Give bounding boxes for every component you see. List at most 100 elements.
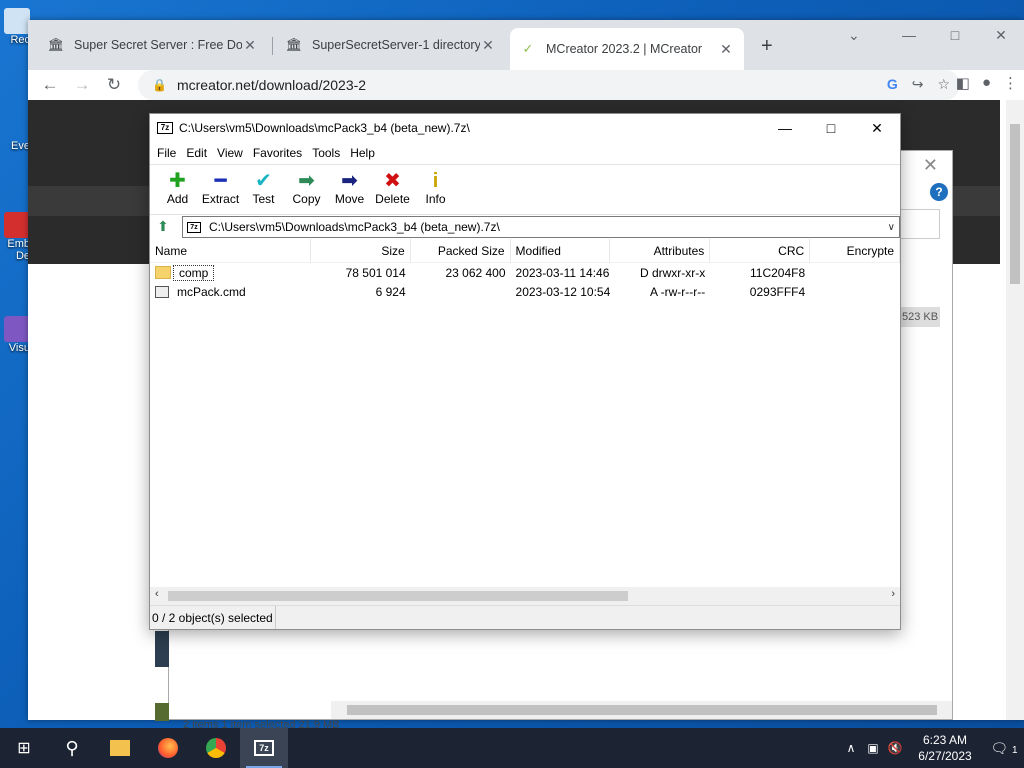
thumbnail-tile — [155, 631, 169, 667]
chevron-down-icon[interactable]: ∨ — [888, 222, 895, 233]
star-icon[interactable]: ☆ — [937, 76, 950, 93]
toolbar-label: Add — [166, 192, 189, 206]
close-icon[interactable]: ✕ — [242, 37, 258, 54]
maximize-icon[interactable]: □ — [808, 114, 854, 142]
table-row[interactable]: comp 78 501 014 23 062 400 2023-03-11 14… — [150, 263, 900, 282]
extract-button[interactable]: ━ Extract — [199, 165, 242, 206]
window-controls: — □ ✕ — [762, 114, 900, 142]
close-icon[interactable]: ✕ — [854, 114, 900, 142]
menu-view[interactable]: View — [212, 146, 248, 160]
info-button[interactable]: i Info — [414, 165, 457, 206]
taskbar-firefox[interactable] — [144, 728, 192, 768]
file-size: 6 924 — [375, 284, 406, 299]
column-size[interactable]: Size — [311, 238, 411, 263]
scrollbar-thumb[interactable] — [168, 591, 628, 601]
visual-studio-icon — [4, 316, 30, 342]
chevron-down-icon[interactable]: ⌄ — [848, 27, 860, 44]
close-icon[interactable]: ✕ — [923, 155, 938, 176]
maximize-icon[interactable]: □ — [932, 20, 978, 50]
menu-help[interactable]: Help — [345, 146, 380, 160]
column-modified[interactable]: Modified — [511, 238, 611, 263]
delete-icon: ✖ — [384, 170, 401, 192]
toolbar-label: Copy — [292, 192, 321, 206]
column-attributes[interactable]: Attributes — [610, 238, 711, 263]
column-crc[interactable]: CRC — [710, 238, 811, 263]
path-combobox[interactable]: 7z C:\Users\vm5\Downloads\mcPack3_b4 (be… — [182, 216, 900, 238]
back-icon[interactable]: ← — [34, 75, 66, 95]
test-icon: ✔ — [255, 170, 272, 192]
start-button[interactable]: ⊞ — [0, 728, 48, 768]
clock[interactable]: 6:23 AM 6/27/2023 — [906, 732, 984, 764]
menu-file[interactable]: File — [152, 146, 181, 160]
scroll-right-icon[interactable]: › — [891, 588, 895, 600]
chrome-icon — [206, 738, 226, 758]
desktop-icon-recycle-bin[interactable]: Rec — [0, 8, 30, 46]
close-icon[interactable]: ✕ — [718, 41, 734, 58]
help-icon[interactable]: ? — [930, 183, 948, 201]
tab-super-secret-server[interactable]: 🏛 Super Secret Server : Free Downl ✕ — [38, 28, 268, 62]
scrollbar-thumb[interactable] — [1010, 124, 1020, 284]
tab-mcreator[interactable]: ✓ MCreator 2023.2 | MCreator ✕ — [510, 28, 744, 70]
add-button[interactable]: ✚ Add — [156, 165, 199, 206]
search-button[interactable]: ⚲ — [48, 728, 96, 768]
volume-muted-icon[interactable]: 🔇 — [884, 741, 906, 755]
system-tray: ∧ ▣ 🔇 6:23 AM 6/27/2023 🗨 1 — [840, 728, 1024, 768]
forward-icon[interactable]: → — [66, 75, 98, 95]
delete-button[interactable]: ✖ Delete — [371, 165, 414, 206]
sevenzip-icon: 7z — [254, 740, 274, 756]
test-button[interactable]: ✔ Test — [242, 165, 285, 206]
new-tab-button[interactable]: + — [761, 35, 773, 58]
desktop-icon-eve[interactable]: Eve — [0, 140, 30, 152]
menu-edit[interactable]: Edit — [181, 146, 212, 160]
museum-icon: 🏛 — [285, 37, 303, 52]
profile-icon[interactable]: ● — [982, 74, 991, 92]
move-button[interactable]: ➡ Move — [328, 165, 371, 206]
row-name-cell: mcPack.cmd — [150, 285, 311, 299]
copy-icon: ➡ — [298, 170, 315, 192]
minimize-icon[interactable]: — — [762, 114, 808, 142]
google-icon[interactable]: G — [887, 76, 898, 93]
close-icon[interactable]: ✕ — [978, 20, 1024, 50]
close-icon[interactable]: ✕ — [480, 37, 496, 54]
horizontal-scrollbar[interactable]: ‹ › — [150, 587, 900, 605]
file-list: Name Size Packed Size Modified Attribute… — [150, 238, 901, 589]
dialog-hscrollbar[interactable] — [331, 701, 952, 719]
attributes: A -rw-r--r-- — [649, 284, 706, 299]
desktop-icon-label: Visu — [8, 342, 30, 354]
firefox-icon — [158, 738, 178, 758]
page-scrollbar[interactable] — [1006, 100, 1024, 720]
side-panel-icon[interactable]: ◧ — [956, 74, 970, 92]
chevron-up-icon[interactable]: ∧ — [840, 741, 862, 755]
taskbar-file-explorer[interactable] — [96, 728, 144, 768]
desktop-icon-visu[interactable]: Visu — [0, 316, 30, 354]
status-text: 0 / 2 object(s) selected — [150, 606, 276, 629]
mcreator-icon: ✓ — [522, 41, 534, 56]
desktop-icon-label: Emb De — [7, 238, 30, 262]
clock-date: 6/27/2023 — [918, 749, 972, 763]
share-icon[interactable]: ↪ — [912, 76, 924, 93]
menu-tools[interactable]: Tools — [307, 146, 345, 160]
table-row[interactable]: mcPack.cmd 6 924 2023-03-12 10:54 A -rw-… — [150, 282, 900, 301]
column-name[interactable]: Name — [150, 238, 311, 263]
museum-icon: 🏛 — [47, 37, 65, 52]
scrollbar-thumb[interactable] — [347, 705, 937, 715]
up-folder-icon[interactable]: ⬆ — [150, 218, 176, 235]
column-packed-size[interactable]: Packed Size — [411, 238, 511, 263]
column-encrypted[interactable]: Encrypte — [810, 238, 901, 263]
address-bar[interactable]: 🔒 mcreator.net/download/2023-2 G ↪ ☆ — [138, 70, 960, 100]
sevenzip-titlebar: 7z C:\Users\vm5\Downloads\mcPack3_b4 (be… — [150, 114, 900, 142]
desktop-icon-emb[interactable]: Emb De — [0, 212, 30, 262]
taskbar-chrome[interactable] — [192, 728, 240, 768]
copy-button[interactable]: ➡ Copy — [285, 165, 328, 206]
kebab-menu-icon[interactable]: ⋮ — [1003, 74, 1018, 92]
taskbar-7zip[interactable]: 7z — [240, 728, 288, 768]
scroll-left-icon[interactable]: ‹ — [155, 588, 159, 600]
minimize-icon[interactable]: — — [886, 20, 932, 50]
file-name: mcPack.cmd — [177, 284, 246, 299]
reload-icon[interactable]: ↻ — [98, 75, 130, 95]
file-name: comp — [173, 264, 215, 281]
network-icon[interactable]: ▣ — [862, 741, 884, 755]
menu-favorites[interactable]: Favorites — [248, 146, 307, 160]
notification-button[interactable]: 🗨 1 — [984, 740, 1024, 757]
tab-directory-listing[interactable]: 🏛 SuperSecretServer-1 directory lis ✕ — [276, 28, 506, 62]
